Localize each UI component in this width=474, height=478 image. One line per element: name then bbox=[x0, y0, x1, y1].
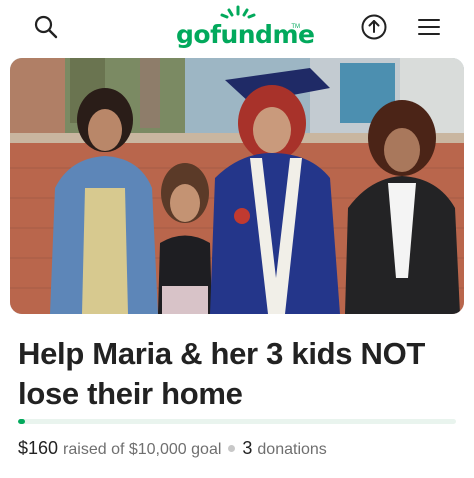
campaign-photo[interactable] bbox=[10, 58, 464, 314]
logo-trademark: TM bbox=[291, 24, 300, 30]
donation-stats: $160 raised of $10,000 goal 3 donations bbox=[18, 438, 327, 459]
gofundme-logo[interactable]: gofundme TM bbox=[176, 5, 315, 50]
donation-progress-fill bbox=[18, 419, 25, 424]
donations-count: 3 bbox=[242, 438, 253, 458]
donation-progress-bar bbox=[18, 419, 456, 424]
donations-label: donations bbox=[257, 441, 327, 458]
logo-sunburst-icon bbox=[220, 5, 256, 19]
search-icon bbox=[34, 15, 58, 39]
share-icon bbox=[361, 14, 387, 40]
raised-of-goal-text: raised of $10,000 goal bbox=[63, 441, 222, 458]
share-button[interactable] bbox=[357, 10, 391, 44]
hamburger-menu-icon bbox=[418, 19, 440, 35]
raised-amount: $160 bbox=[18, 438, 59, 458]
search-button[interactable] bbox=[29, 10, 63, 44]
campaign-title[interactable]: Help Maria & her 3 kids NOT lose their h… bbox=[18, 334, 458, 414]
top-nav-bar: gofundme TM bbox=[0, 0, 474, 56]
campaign-photo-illustration bbox=[10, 58, 464, 314]
menu-button[interactable] bbox=[412, 10, 446, 44]
separator-dot bbox=[228, 445, 236, 452]
